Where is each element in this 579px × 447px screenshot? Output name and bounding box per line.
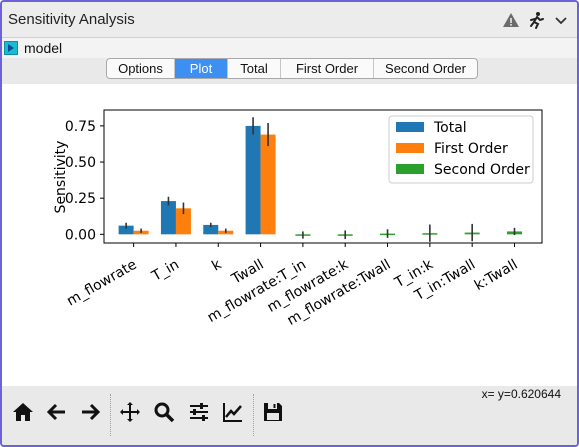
y-tick-label: 0.75	[65, 119, 96, 135]
legend-swatch-first-order	[396, 143, 424, 153]
run-icon[interactable]	[526, 10, 546, 30]
forward-icon[interactable]	[78, 400, 102, 424]
legend-label-second-order: Second Order	[434, 162, 530, 178]
tab-second-order[interactable]: Second Order	[374, 59, 477, 78]
zoom-icon[interactable]	[152, 400, 176, 424]
legend-label-first-order: First Order	[434, 141, 508, 157]
y-tick-label: 0.00	[65, 227, 96, 243]
plot-area[interactable]: 0.00 0.25 0.50 0.75 m_flowrate T_in k Twall m_fl…	[2, 84, 577, 386]
model-icon	[4, 41, 18, 55]
matplotlib-toolbar: x= y=0.620644	[2, 386, 577, 445]
legend: Total First Order Second Order	[388, 115, 534, 184]
y-tick-label: 0.50	[65, 155, 96, 171]
bar-total	[245, 125, 261, 235]
tab-bar: Options Plot Total First Order Second Or…	[106, 58, 478, 79]
legend-label-total: Total	[433, 120, 467, 136]
cursor-coordinates: x= y=0.620644	[481, 387, 561, 401]
bar-first-order	[260, 134, 276, 235]
sensitivity-window: Sensitivity Analysis model Options Plot …	[0, 0, 579, 447]
edit-axis-icon[interactable]	[221, 400, 245, 424]
tab-first-order[interactable]: First Order	[281, 59, 374, 78]
home-icon[interactable]	[11, 400, 35, 424]
model-label: model	[24, 40, 63, 56]
bar-total	[160, 201, 176, 235]
back-icon[interactable]	[45, 400, 69, 424]
pan-icon[interactable]	[118, 400, 142, 424]
window-title: Sensitivity Analysis	[8, 11, 135, 28]
toolbar-separator	[110, 394, 111, 436]
x-tick-label: k	[209, 256, 225, 274]
x-tick-label: m_flowrate	[64, 257, 139, 310]
toolbar-separator	[253, 394, 254, 436]
x-tick-label: T_in	[149, 257, 182, 286]
legend-swatch-total	[396, 122, 424, 132]
title-bar: Sensitivity Analysis	[2, 2, 577, 38]
y-tick-label: 0.25	[65, 191, 96, 207]
configure-subplots-icon[interactable]	[187, 400, 211, 424]
chevron-down-icon[interactable]	[551, 10, 571, 30]
save-icon[interactable]	[261, 400, 285, 424]
tab-plot[interactable]: Plot	[175, 59, 228, 78]
x-tick-label: k:Twall	[472, 257, 521, 294]
sensitivity-chart[interactable]: 0.000.250.500.75m_flowrate T_in k Twallm_fl…	[2, 84, 577, 386]
tab-total[interactable]: Total	[228, 59, 281, 78]
y-axis-label: Sensitivity	[53, 141, 69, 214]
warning-icon[interactable]	[501, 10, 521, 30]
model-row[interactable]: model	[2, 38, 577, 58]
tab-options[interactable]: Options	[107, 59, 175, 78]
legend-swatch-second-order	[396, 164, 424, 174]
